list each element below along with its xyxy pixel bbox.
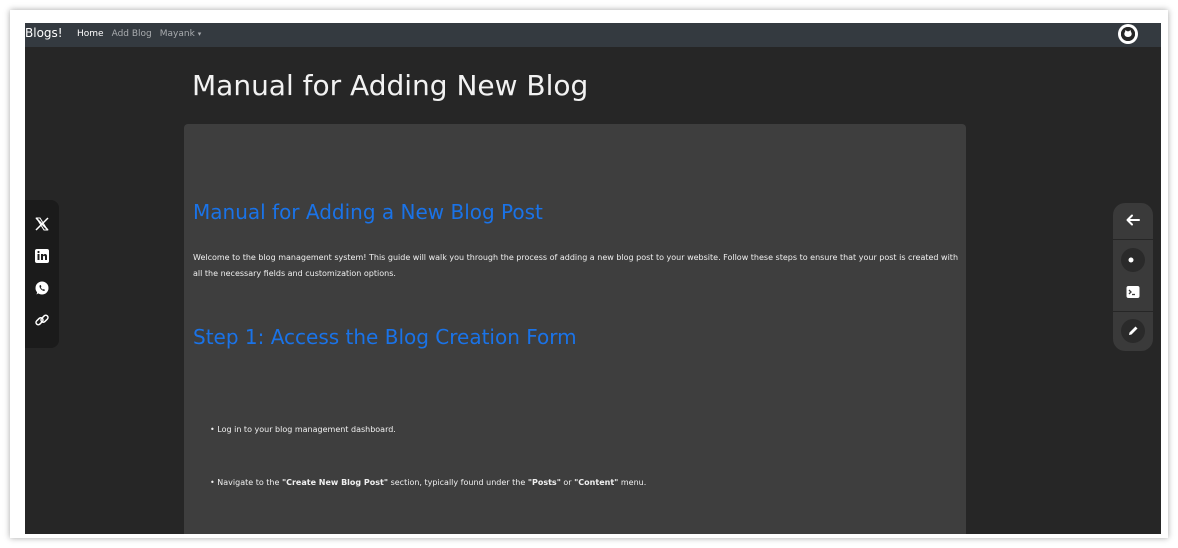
github-icon [1121, 27, 1135, 41]
link-icon[interactable] [33, 311, 51, 329]
edit-icon[interactable] [1121, 319, 1145, 343]
bullet-text: Log in to your blog management dashboard… [217, 425, 396, 434]
x-icon[interactable] [33, 215, 51, 233]
bullet-bold-posts: "Posts" [527, 478, 561, 487]
user-name: Mayank [159, 29, 195, 39]
list-item: • Log in to your blog management dashboa… [210, 425, 396, 434]
share-panel [25, 200, 59, 348]
brand-link[interactable]: Blogs! [25, 26, 63, 40]
tool-panel [1113, 203, 1153, 351]
bullet-text-mid2: or [560, 478, 575, 487]
nav-add-blog-link[interactable]: Add Blog [112, 29, 152, 39]
bullet-text-mid1: section, typically found under the [388, 478, 528, 487]
divider [1113, 239, 1153, 240]
list-item: • Navigate to the "Create New Blog Post"… [210, 478, 646, 487]
linkedin-icon[interactable] [33, 247, 51, 265]
avatar[interactable] [1118, 24, 1138, 44]
back-arrow-icon[interactable] [1121, 208, 1145, 232]
page-title: Manual for Adding New Blog [192, 69, 589, 102]
step1-heading: Step 1: Access the Blog Creation Form [193, 325, 577, 349]
divider [1113, 311, 1153, 312]
user-dropdown[interactable]: Mayank ▾ [160, 29, 201, 39]
bullet-bold-content: "Content" [574, 478, 619, 487]
bullet-text-post: menu. [618, 478, 647, 487]
bullet-dot: • [210, 478, 215, 487]
chevron-down-icon: ▾ [197, 30, 202, 38]
theme-toggle-icon[interactable] [1121, 248, 1145, 272]
bullet-bold-create: "Create New Blog Post" [281, 478, 389, 487]
article-heading: Manual for Adding a New Blog Post [193, 200, 543, 224]
bullet-text-pre: Navigate to the [217, 478, 282, 487]
article-intro: Welcome to the blog management system! T… [193, 253, 959, 278]
whatsapp-icon[interactable] [33, 279, 51, 297]
app-window: Blogs! Home Add Blog Mayank ▾ Manual for… [25, 23, 1161, 534]
article-card: Manual for Adding a New Blog Post Welcom… [184, 124, 966, 534]
navbar: Blogs! Home Add Blog Mayank ▾ [25, 23, 1161, 47]
bullet-dot: • [210, 425, 215, 434]
nav-home-link[interactable]: Home [77, 29, 104, 39]
nav-links: Home Add Blog Mayank ▾ [77, 29, 201, 39]
terminal-icon[interactable] [1121, 280, 1145, 304]
